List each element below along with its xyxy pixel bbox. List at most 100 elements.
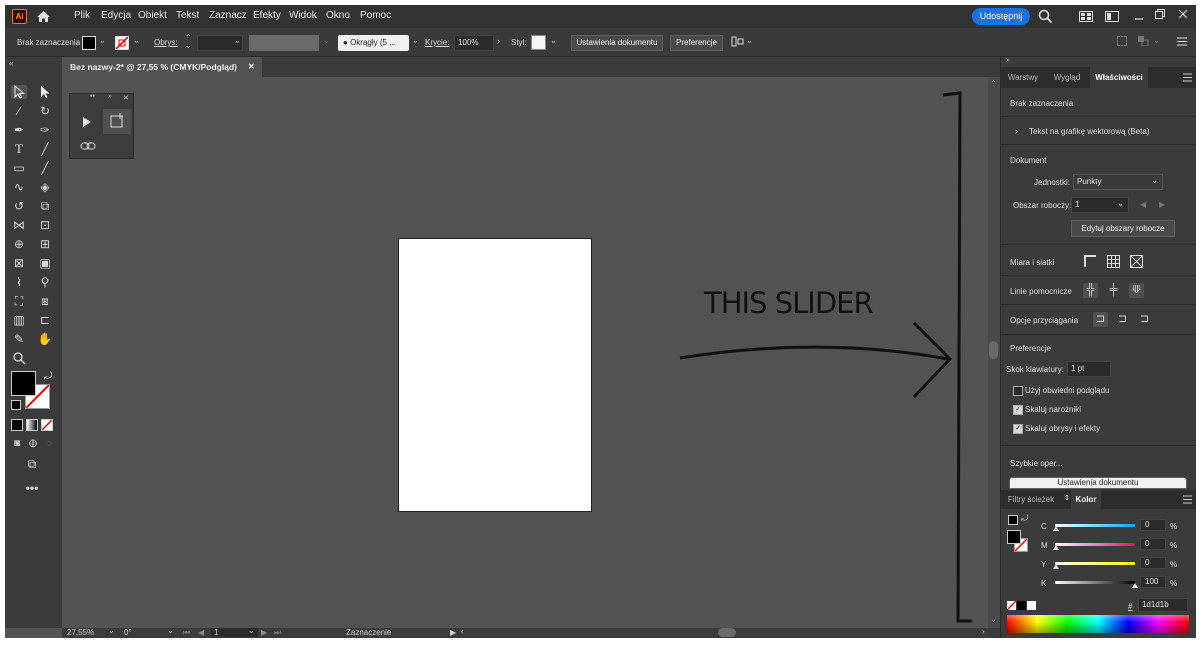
prev-artboard-icon[interactable]: ◀ xyxy=(198,628,204,637)
shaper-tool-icon[interactable]: ∿ xyxy=(11,180,27,194)
search-icon[interactable] xyxy=(1038,9,1053,24)
tab-properties[interactable]: Właściwości xyxy=(1090,67,1148,88)
chevron-down-icon[interactable]: ⌄ xyxy=(1153,36,1160,45)
tab-layers[interactable]: Warstwy xyxy=(1001,67,1045,88)
opacity-field[interactable]: 100% xyxy=(454,35,494,51)
menu-select[interactable]: Zaznacz xyxy=(209,10,247,21)
scroll-up-icon[interactable]: ⌃ xyxy=(990,79,997,88)
paintbrush-tool-icon[interactable]: ╱ xyxy=(37,161,53,175)
channel-m-slider[interactable] xyxy=(1055,543,1135,546)
menu-help[interactable]: Pomoc xyxy=(360,10,391,21)
menu-window[interactable]: Okno xyxy=(326,10,350,21)
scroll-left-icon[interactable]: ‹ xyxy=(461,627,464,636)
snap-to-point-icon[interactable]: ⊐ xyxy=(1093,312,1108,327)
artboard[interactable] xyxy=(398,238,592,512)
canvas-area[interactable]: THIS SLIDER xyxy=(62,77,988,628)
live-paint-tool-icon[interactable]: ⧆ xyxy=(37,294,53,308)
hex-value-field[interactable]: 1d1d1b xyxy=(1138,598,1188,612)
chevron-down-icon[interactable]: ⌄ xyxy=(550,36,557,45)
channel-y-slider[interactable] xyxy=(1055,562,1135,565)
preferences-button[interactable]: Preferencje xyxy=(670,35,723,51)
channel-m-value[interactable]: 0 xyxy=(1140,538,1166,550)
chevron-down-icon[interactable]: ⌄ xyxy=(746,36,753,45)
first-artboard-icon[interactable]: ⏮ xyxy=(183,628,190,638)
eraser-tool-icon[interactable]: ◈ xyxy=(37,180,53,194)
gradient-mode-icon[interactable] xyxy=(26,419,38,431)
restore-icon[interactable] xyxy=(1154,8,1166,20)
guides-icon[interactable]: ╬ xyxy=(1083,283,1098,298)
chevron-down-icon[interactable]: ⌄ xyxy=(167,626,174,635)
brush-definition-dropdown[interactable]: ● Okrągły (5 ... xyxy=(338,35,409,51)
scale-strokes-checkbox[interactable]: ✓ xyxy=(1013,424,1023,434)
close-tab-icon[interactable]: ✕ xyxy=(248,57,255,77)
shape-builder-tool-icon[interactable]: ⊕ xyxy=(11,237,27,251)
vertical-scrollbar-thumb[interactable] xyxy=(989,341,998,359)
edit-artboards-button[interactable]: Edytuj obszary robocze xyxy=(1071,220,1175,237)
slider-thumb[interactable] xyxy=(1053,564,1059,569)
prev-artboard-icon[interactable]: ◀ xyxy=(1140,200,1146,209)
perspective-grid-tool-icon[interactable]: ⊞ xyxy=(37,237,53,251)
stroke-stepper[interactable]: ⌃ ⌄ xyxy=(185,34,192,50)
variable-width-profile[interactable] xyxy=(249,35,319,51)
link-icon[interactable] xyxy=(80,141,96,151)
chevron-down-icon[interactable]: ⌄ xyxy=(323,36,330,45)
align-options-icon[interactable] xyxy=(731,35,744,48)
symbol-sprayer-tool-icon[interactable]: ⛶ xyxy=(11,294,27,308)
home-icon[interactable] xyxy=(36,9,51,24)
graphic-style-swatch[interactable] xyxy=(531,35,546,50)
snap-to-pixel-icon[interactable]: ⊐ xyxy=(1115,312,1130,327)
gradient-tool-icon[interactable]: ▣ xyxy=(37,256,53,270)
slice-tool-icon[interactable]: ✎ xyxy=(11,332,27,346)
lasso-tool-icon[interactable]: ↻ xyxy=(37,104,53,118)
artboard-dropdown[interactable]: 1 ⌄ xyxy=(1071,197,1129,213)
rulers-icon[interactable] xyxy=(1083,254,1098,269)
channel-c-value[interactable]: 0 xyxy=(1140,519,1166,531)
chevron-down-icon[interactable]: ⌄ xyxy=(248,626,255,635)
chevron-down-icon[interactable]: ⌄ xyxy=(412,36,419,45)
width-tool-icon[interactable]: ⋈ xyxy=(11,218,27,232)
draw-inside-icon[interactable]: ◌ xyxy=(41,437,57,451)
panel-collapse-icon[interactable]: •• xyxy=(90,93,95,100)
chevron-right-icon[interactable]: › xyxy=(1015,126,1018,136)
scroll-right-icon[interactable]: › xyxy=(982,627,985,636)
curvature-tool-icon[interactable]: ✑ xyxy=(37,123,53,137)
panel-menu-icon[interactable] xyxy=(1177,37,1187,46)
swap-fill-stroke-icon[interactable]: ⤾ xyxy=(44,371,52,382)
line-segment-tool-icon[interactable]: ╱ xyxy=(37,142,53,156)
snap-to-glyph-icon[interactable]: ⊐ xyxy=(1137,312,1152,327)
menu-type[interactable]: Tekst xyxy=(176,10,199,21)
quick-document-setup-button[interactable]: Ustawienia dokumentu xyxy=(1009,477,1187,489)
transform-icon[interactable] xyxy=(1117,36,1127,46)
menu-view[interactable]: Widok xyxy=(289,10,317,21)
scale-tool-icon[interactable]: ⧉ xyxy=(37,199,53,213)
rotation-value[interactable]: 0° xyxy=(124,628,132,637)
next-artboard-icon[interactable]: ▶ xyxy=(1159,200,1165,209)
smart-guides-icon[interactable]: ╪ xyxy=(1106,283,1121,298)
chevron-right-icon[interactable]: › xyxy=(497,36,500,46)
menu-file[interactable]: Plik xyxy=(74,10,90,21)
horizontal-scrollbar-thumb[interactable] xyxy=(718,628,736,637)
none-mode-icon[interactable] xyxy=(41,419,53,431)
vertical-scrollbar[interactable]: ⌃ ⌄ xyxy=(988,77,1000,628)
close-icon[interactable] xyxy=(1177,8,1189,20)
channel-c-slider[interactable] xyxy=(1055,524,1135,527)
mesh-tool-icon[interactable]: ⊠ xyxy=(11,256,27,270)
direct-selection-tool-icon[interactable] xyxy=(37,85,53,99)
text-to-vector-label[interactable]: Tekst na grafikę wektorową (Beta) xyxy=(1029,127,1150,136)
color-spectrum[interactable] xyxy=(1007,615,1189,633)
menu-edit[interactable]: Edycja xyxy=(101,10,131,21)
chevron-down-icon[interactable]: ⌄ xyxy=(108,626,115,635)
channel-k-value[interactable]: 100 xyxy=(1140,576,1166,588)
hand-tool-icon[interactable]: ✋ xyxy=(37,332,53,346)
eyedropper-tool-icon[interactable]: ⌇ xyxy=(11,275,27,289)
draw-normal-icon[interactable]: ◙ xyxy=(9,437,25,451)
preview-bounds-checkbox[interactable] xyxy=(1013,386,1023,396)
collapse-toolbar-icon[interactable]: « xyxy=(9,59,13,68)
panel-collapse-icon[interactable]: » xyxy=(108,93,112,100)
play-icon[interactable] xyxy=(80,115,94,129)
tab-pathfinder[interactable]: Filtry ścieżek xyxy=(1001,490,1061,509)
lock-guides-icon[interactable]: ⟱ xyxy=(1129,283,1144,298)
fill-color-box[interactable] xyxy=(11,371,36,396)
black-swatch[interactable] xyxy=(1017,601,1026,610)
units-dropdown[interactable]: Punkty ⌄ xyxy=(1073,174,1163,190)
